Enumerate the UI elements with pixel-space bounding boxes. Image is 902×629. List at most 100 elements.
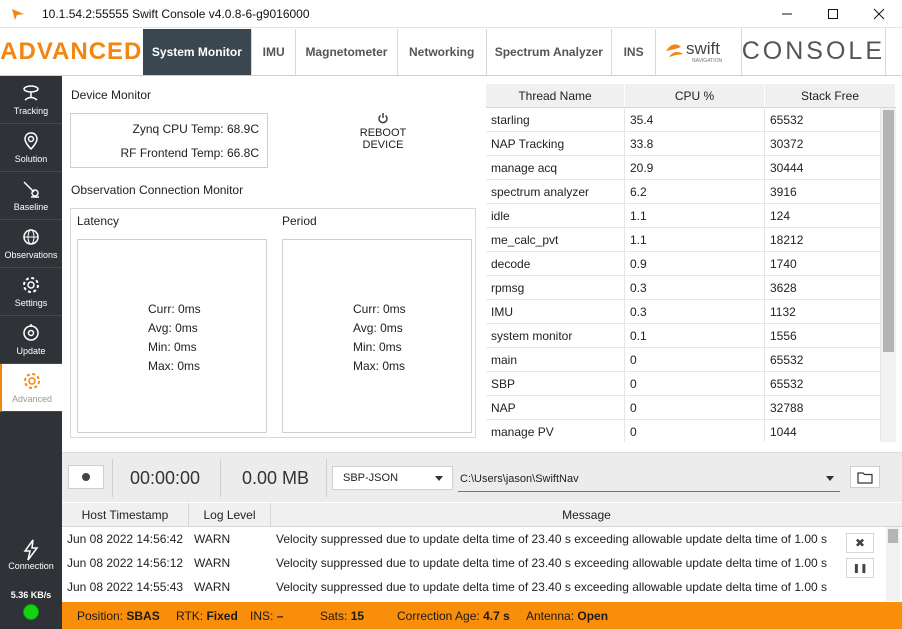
recording-size: 0.00 MB <box>242 468 310 488</box>
log-directory-input[interactable]: C:\Users\jason\SwiftNav <box>458 466 840 492</box>
table-row[interactable]: decode 0.9 1740 <box>486 252 881 276</box>
table-row[interactable]: rpmsg 0.3 3628 <box>486 276 881 300</box>
col-stack-free[interactable]: Stack Free <box>765 84 896 107</box>
sidebar-item-observations[interactable]: Observations <box>0 220 62 268</box>
log-row[interactable]: Jun 08 2022 14:56:12 WARN Velocity suppres… <box>62 551 902 575</box>
col-cpu[interactable]: CPU % <box>625 84 765 107</box>
status-rtk: RTK: Fixed <box>176 609 238 623</box>
log-timestamp-cell: Jun 08 2022 14:56:42 <box>67 532 184 546</box>
table-row[interactable]: spectrum analyzer 6.2 3916 <box>486 180 881 204</box>
sidebar-item-baseline[interactable]: Baseline <box>0 172 62 220</box>
thread-table-scrollbar[interactable] <box>881 108 896 442</box>
update-icon <box>23 324 39 341</box>
sidebar-item-label: Tracking <box>13 106 49 116</box>
window-title: 10.1.54.2:55555 Swift Console v4.0.8-6-g… <box>42 6 310 21</box>
table-row[interactable]: NAP 0 32788 <box>486 396 881 420</box>
console-wordmark: CONSOLE <box>742 28 887 75</box>
log-row[interactable]: Jun 08 2022 14:55:43 WARN Velocity suppres… <box>62 575 902 599</box>
baseline-icon <box>23 181 39 198</box>
stack-free-cell: 65532 <box>765 372 881 395</box>
table-row[interactable]: manage acq 20.9 30444 <box>486 156 881 180</box>
scrollbar-thumb[interactable] <box>888 529 898 543</box>
col-message[interactable]: Message <box>271 503 902 526</box>
log-row[interactable]: Jun 08 2022 14:56:42 WARN Velocity suppres… <box>62 527 902 551</box>
col-thread-name[interactable]: Thread Name <box>486 84 625 107</box>
location-pin-icon <box>24 132 38 151</box>
log-format-select[interactable]: SBP-JSON <box>332 466 453 490</box>
stack-free-cell: 124 <box>765 204 881 227</box>
tab-system-monitor[interactable]: System Monitor <box>142 29 253 75</box>
stack-free-cell: 32788 <box>765 396 881 419</box>
thread-name-cell: NAP Tracking <box>486 132 625 155</box>
pause-log-button[interactable]: ❚❚ <box>846 558 874 578</box>
thread-name-cell: idle <box>486 204 625 227</box>
obs-monitor-box: Latency Period Curr: 0ms Avg: 0ms Min: 0… <box>70 208 476 438</box>
window-titlebar: 10.1.54.2:55555 Swift Console v4.0.8-6-g… <box>0 0 902 28</box>
thread-name-cell: manage acq <box>486 156 625 179</box>
col-log-level[interactable]: Log Level <box>189 503 271 526</box>
minimize-button[interactable] <box>764 0 810 28</box>
sidebar-item-update[interactable]: Update <box>0 316 62 364</box>
maximize-button[interactable] <box>810 0 856 28</box>
table-row[interactable]: me_calc_pvt 1.1 18212 <box>486 228 881 252</box>
cpu-cell: 1.1 <box>625 228 765 251</box>
chevron-down-icon <box>435 476 443 481</box>
log-scrollbar[interactable] <box>886 527 900 601</box>
latency-avg: Avg: 0ms <box>148 321 198 335</box>
tab-spectrum-analyzer[interactable]: Spectrum Analyzer <box>487 29 613 75</box>
record-icon <box>82 473 90 481</box>
lightning-icon <box>23 539 39 561</box>
cpu-cell: 1.1 <box>625 204 765 227</box>
tab-ins[interactable]: INS <box>612 29 657 75</box>
reboot-device-button[interactable]: REBOOT DEVICE <box>338 112 428 151</box>
period-avg: Avg: 0ms <box>353 321 403 335</box>
period-max: Max: 0ms <box>353 359 406 373</box>
gear-icon <box>23 277 39 293</box>
stack-free-cell: 3916 <box>765 180 881 203</box>
status-ins: INS: – <box>250 609 284 623</box>
log-timestamp-cell: Jun 08 2022 14:55:43 <box>67 580 184 594</box>
tab-magnetometer[interactable]: Magnetometer <box>296 29 398 75</box>
col-host-timestamp[interactable]: Host Timestamp <box>62 503 189 526</box>
period-curr: Curr: 0ms <box>353 302 406 316</box>
tab-imu[interactable]: IMU <box>252 29 297 75</box>
minimize-icon <box>782 13 792 14</box>
table-row[interactable]: SBP 0 65532 <box>486 372 881 396</box>
table-row[interactable]: IMU 0.3 1132 <box>486 300 881 324</box>
cpu-cell: 33.8 <box>625 132 765 155</box>
thread-name-cell: system monitor <box>486 324 625 347</box>
table-row[interactable]: idle 1.1 124 <box>486 204 881 228</box>
table-row[interactable]: main 0 65532 <box>486 348 881 372</box>
status-bar: Position: SBAS RTK: Fixed INS: – Sats: 1… <box>62 602 902 629</box>
log-level-cell: WARN <box>194 532 231 546</box>
log-message-cell: Velocity suppressed due to update delta … <box>276 532 828 546</box>
log-directory-value: C:\Users\jason\SwiftNav <box>460 472 579 485</box>
sidebar-item-advanced[interactable]: Advanced <box>0 364 62 412</box>
latency-curr: Curr: 0ms <box>148 302 201 316</box>
connection-button[interactable]: Connection <box>0 532 62 578</box>
table-row[interactable]: manage PV 0 1044 <box>486 420 881 442</box>
sidebar-item-solution[interactable]: Solution <box>0 124 62 172</box>
clear-log-button[interactable]: ✖ <box>846 533 874 553</box>
sidebar-item-tracking[interactable]: Tracking <box>0 76 62 124</box>
scrollbar-thumb[interactable] <box>883 110 894 352</box>
data-rate: 5.36 KB/s <box>10 590 52 600</box>
table-row[interactable]: NAP Tracking 33.8 30372 <box>486 132 881 156</box>
thread-name-cell: spectrum analyzer <box>486 180 625 203</box>
table-row[interactable]: system monitor 0.1 1556 <box>486 324 881 348</box>
log-timestamp-cell: Jun 08 2022 14:56:12 <box>67 556 184 570</box>
thread-name-cell: rpmsg <box>486 276 625 299</box>
browse-folder-button[interactable] <box>850 466 880 488</box>
recording-elapsed-time: 00:00:00 <box>130 468 201 488</box>
cpu-cell: 0.1 <box>625 324 765 347</box>
tab-networking[interactable]: Networking <box>398 29 487 75</box>
record-button[interactable] <box>68 465 104 489</box>
top-nav: ADVANCED System Monitor IMU Magnetometer… <box>0 28 902 76</box>
sidebar-item-settings[interactable]: Settings <box>0 268 62 316</box>
close-window-button[interactable] <box>856 0 902 28</box>
table-row[interactable]: starling 35.4 65532 <box>486 108 881 132</box>
pause-icon: ❚❚ <box>852 562 868 573</box>
sidebar-item-label: Observations <box>4 250 58 260</box>
sidebar-item-label: Advanced <box>11 394 53 404</box>
power-icon <box>378 113 388 124</box>
